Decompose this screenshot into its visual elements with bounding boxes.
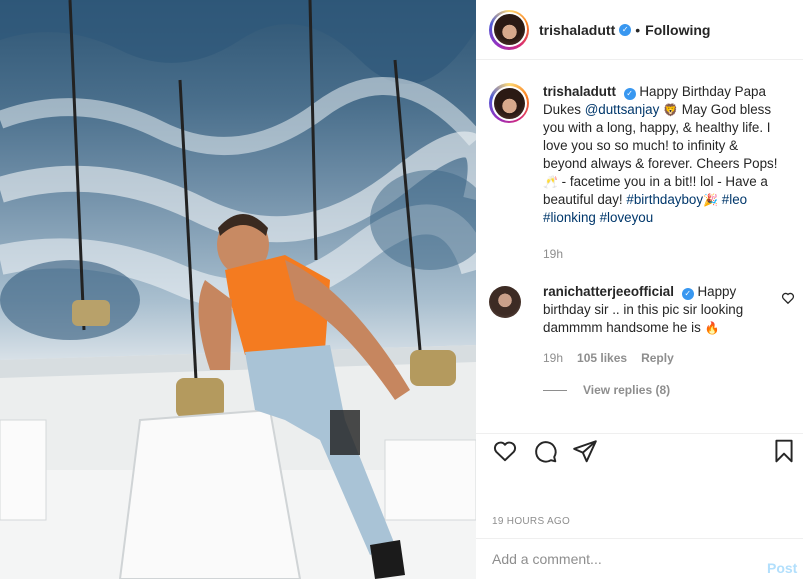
author-avatar[interactable] bbox=[489, 9, 529, 50]
view-replies-label: View replies (8) bbox=[583, 383, 671, 397]
cheers-emoji-icon: 🥂 bbox=[543, 175, 558, 189]
hashtag-link[interactable]: #birthdayboy bbox=[626, 192, 703, 207]
comments-list[interactable]: trishaladutt ✓ Happy Birthday Papa Dukes… bbox=[476, 61, 803, 433]
commenter-username[interactable]: ranichatterjeeofficial bbox=[543, 284, 674, 299]
comment-meta: 19h 105 likes Reply bbox=[543, 351, 674, 365]
reply-button[interactable]: Reply bbox=[641, 351, 674, 365]
verified-badge-icon: ✓ bbox=[619, 23, 632, 36]
post-header: trishaladutt ✓ • Following bbox=[476, 0, 803, 60]
comment-input[interactable] bbox=[492, 551, 752, 567]
verified-badge-icon: ✓ bbox=[623, 88, 636, 100]
hashtag-link[interactable]: #loveyou bbox=[600, 210, 654, 225]
separator-dot: • bbox=[635, 21, 641, 38]
comment-icon[interactable] bbox=[532, 438, 558, 464]
comment-time[interactable]: 19h bbox=[543, 351, 563, 365]
like-comment-heart-icon[interactable] bbox=[781, 291, 795, 305]
caption-time[interactable]: 19h bbox=[543, 247, 563, 261]
bookmark-icon[interactable] bbox=[771, 438, 797, 464]
post-photo[interactable] bbox=[0, 0, 476, 579]
caption-comment: trishaladutt ✓ Happy Birthday Papa Dukes… bbox=[489, 83, 789, 227]
author-username[interactable]: trishaladutt bbox=[539, 22, 615, 38]
caption-avatar[interactable] bbox=[489, 83, 529, 123]
add-comment-bar: Post bbox=[476, 538, 803, 579]
commenter-avatar[interactable] bbox=[489, 286, 521, 318]
post-timestamp[interactable]: 19 HOURS AGO bbox=[492, 516, 570, 527]
replies-divider bbox=[543, 389, 567, 391]
verified-badge-icon: ✓ bbox=[681, 288, 694, 300]
hashtag-link[interactable]: #leo bbox=[722, 192, 747, 207]
avatar-image bbox=[493, 87, 525, 119]
post-comment-button[interactable]: Post bbox=[767, 560, 803, 576]
caption-username[interactable]: trishaladutt bbox=[543, 84, 616, 99]
caption-text: trishaladutt ✓ Happy Birthday Papa Dukes… bbox=[543, 83, 779, 227]
party-emoji-icon: 🎉 bbox=[703, 193, 719, 207]
post-sidebar: trishaladutt ✓ • Following trishaladutt … bbox=[476, 0, 803, 579]
mention-link[interactable]: @duttsanjay bbox=[585, 102, 660, 117]
view-replies-button[interactable]: View replies (8) bbox=[543, 383, 670, 397]
hashtag-link[interactable]: #lionking bbox=[543, 210, 596, 225]
share-icon[interactable] bbox=[572, 438, 598, 464]
action-bar bbox=[476, 433, 803, 469]
comment-text: ranichatterjeeofficial ✓ Happy birthday … bbox=[543, 283, 761, 337]
fire-emoji-icon: 🔥 bbox=[704, 321, 720, 335]
following-button[interactable]: Following bbox=[645, 22, 710, 38]
post-image bbox=[0, 0, 476, 579]
avatar-image bbox=[493, 14, 525, 45]
lion-emoji-icon: 🦁 bbox=[663, 103, 679, 117]
comment-item: ranichatterjeeofficial ✓ Happy birthday … bbox=[489, 283, 799, 337]
comment-likes[interactable]: 105 likes bbox=[577, 351, 627, 365]
heart-icon[interactable] bbox=[492, 438, 518, 464]
